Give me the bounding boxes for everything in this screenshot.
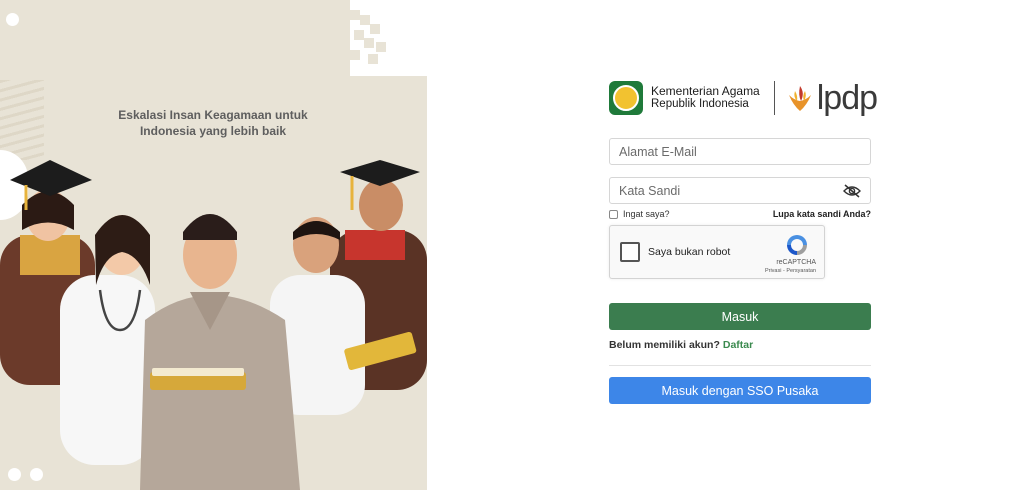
email-input[interactable] xyxy=(610,139,870,164)
login-button[interactable]: Masuk xyxy=(609,303,871,330)
header-logos: Kementerian Agama Republik Indonesia lpd… xyxy=(609,79,878,117)
kemenag-subtitle: Republik Indonesia xyxy=(651,98,749,110)
central-man-figure xyxy=(140,214,300,490)
eye-slash-icon[interactable] xyxy=(843,182,863,200)
remember-label: Ingat saya? xyxy=(623,209,670,219)
lpdp-wordmark: lpdp xyxy=(816,79,878,117)
remember-checkbox[interactable] xyxy=(609,209,618,219)
hero-people-illustration xyxy=(0,160,427,490)
forgot-password-link[interactable]: Lupa kata sandi Anda? xyxy=(773,209,871,219)
remember-row: Ingat saya? Lupa kata sandi Anda? xyxy=(609,207,871,221)
email-field[interactable] xyxy=(609,138,871,165)
kemenag-title: Kementerian Agama xyxy=(651,84,760,98)
recaptcha-checkbox[interactable] xyxy=(620,242,640,262)
logo-divider xyxy=(773,81,775,115)
password-field[interactable] xyxy=(609,177,871,204)
hero-panel: Eskalasi Insan Keagamaan untuk Indonesia… xyxy=(0,0,427,490)
recaptcha-brand: reCAPTCHA xyxy=(776,259,816,266)
divider xyxy=(609,365,871,366)
signup-prompt-text: Belum memiliki akun? xyxy=(609,339,720,351)
recaptcha-widget: Saya bukan robot reCAPTCHA Privasi - Per… xyxy=(609,225,825,279)
recaptcha-links[interactable]: Privasi - Persyaratan xyxy=(765,268,816,274)
lpdp-flame-icon xyxy=(788,86,811,111)
signup-prompt: Belum memiliki akun? Daftar xyxy=(609,339,753,351)
recaptcha-logo-icon xyxy=(787,235,807,255)
login-page: Eskalasi Insan Keagamaan untuk Indonesia… xyxy=(0,0,1024,492)
kemenag-wordmark: Kementerian Agama Republik Indonesia xyxy=(651,85,760,111)
sso-login-button[interactable]: Masuk dengan SSO Pusaka xyxy=(609,377,871,404)
recaptcha-label: Saya bukan robot xyxy=(648,246,731,258)
password-input[interactable] xyxy=(610,178,843,203)
signup-link[interactable]: Daftar xyxy=(723,339,753,351)
remember-me[interactable]: Ingat saya? xyxy=(609,209,670,219)
kemenag-emblem-icon xyxy=(609,81,643,115)
